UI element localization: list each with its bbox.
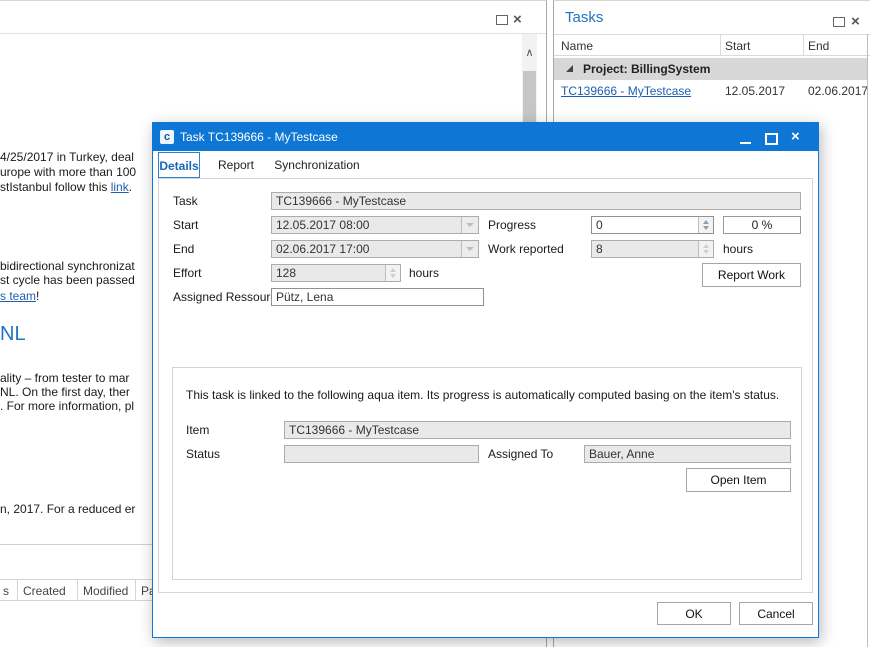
tab-details[interactable]: Details <box>158 152 200 178</box>
spinner-buttons <box>698 241 713 257</box>
tasks-maximize-icon[interactable] <box>833 17 845 27</box>
document-text-line: st cycle has been passed <box>0 273 152 287</box>
document-text-line: urope with more than 100 <box>0 165 152 179</box>
table-row: TC139666 - MyTestcase 12.05.2017 02.06.2… <box>554 81 867 102</box>
effort-value: 128 <box>276 266 296 280</box>
end-date-value: 02.06.2017 17:00 <box>276 242 369 256</box>
end-date-combo: 02.06.2017 17:00 <box>271 240 479 258</box>
task-dialog: c Task TC139666 - MyTestcase × Details R… <box>152 122 819 638</box>
end-label: End <box>173 242 194 256</box>
progress-label: Progress <box>488 218 536 232</box>
assigned-to-label: Assigned To <box>488 447 553 461</box>
task-name-link[interactable]: TC139666 - MyTestcase <box>561 84 691 98</box>
tasks-panel-title: Tasks <box>565 9 603 26</box>
document-text-line: bidirectional synchronizat <box>0 259 152 273</box>
chevron-down-icon <box>461 217 478 233</box>
column-header-start[interactable]: Start <box>725 39 750 53</box>
column-header[interactable]: s <box>3 584 9 598</box>
document-text-line: 4/25/2017 in Turkey, deal <box>0 150 152 164</box>
column-header-created[interactable]: Created <box>23 584 66 598</box>
minimize-icon[interactable] <box>740 142 751 144</box>
scroll-up-icon[interactable]: ∧ <box>522 48 537 59</box>
task-field: TC139666 - MyTestcase <box>271 192 801 210</box>
column-header-name[interactable]: Name <box>561 39 593 53</box>
progress-spinner[interactable]: 0 <box>591 216 714 234</box>
open-item-button[interactable]: Open Item <box>686 468 791 492</box>
assigned-ressource-field[interactable]: Pütz, Lena <box>271 288 484 306</box>
chevron-down-icon <box>461 241 478 257</box>
group-expander-icon[interactable] <box>566 65 573 72</box>
column-separator <box>17 580 18 600</box>
cancel-button[interactable]: Cancel <box>739 602 813 625</box>
panel-edge <box>867 34 868 647</box>
text-fragment: . <box>129 180 132 194</box>
column-header-modified[interactable]: Modified <box>83 584 128 598</box>
status-label: Status <box>186 447 220 461</box>
column-header-end[interactable]: End <box>808 39 829 53</box>
item-label: Item <box>186 423 209 437</box>
item-field: TC139666 - MyTestcase <box>284 421 791 439</box>
close-icon[interactable]: × <box>791 128 800 145</box>
effort-label: Effort <box>173 266 201 280</box>
work-reported-unit-label: hours <box>723 242 753 256</box>
dialog-titlebar[interactable]: c Task TC139666 - MyTestcase × <box>153 123 818 151</box>
tasks-close-icon[interactable]: × <box>851 17 860 27</box>
work-reported-value: 8 <box>596 242 603 256</box>
document-text-line: n, 2017. For a reduced er <box>0 502 152 516</box>
bg-maximize-icon[interactable] <box>496 15 508 25</box>
column-separator <box>135 580 136 600</box>
inline-link[interactable]: link <box>111 180 129 194</box>
document-text-line: ality – from tester to mar <box>0 371 152 385</box>
spinner-buttons[interactable] <box>698 217 713 233</box>
maximize-icon[interactable] <box>765 133 778 145</box>
section-heading: NL <box>0 323 152 346</box>
start-date-value: 12.05.2017 08:00 <box>276 218 369 232</box>
task-start-cell: 12.05.2017 <box>725 84 785 98</box>
status-field <box>284 445 479 463</box>
start-label: Start <box>173 218 198 232</box>
work-reported-spinner: 8 <box>591 240 714 258</box>
start-date-combo: 12.05.2017 08:00 <box>271 216 479 234</box>
effort-unit-label: hours <box>409 266 439 280</box>
bg-close-icon[interactable]: × <box>513 15 522 25</box>
report-work-button[interactable]: Report Work <box>702 263 801 287</box>
assigned-to-field: Bauer, Anne <box>584 445 791 463</box>
tasks-table-header: Name Start End <box>554 34 870 56</box>
bg-window-titlebar: × <box>0 1 546 34</box>
screen: × ∧ 4/25/2017 in Turkey, deal urope with… <box>0 0 870 647</box>
document-text-line: s team! <box>0 289 152 303</box>
inline-link[interactable]: s team <box>0 289 36 303</box>
task-label: Task <box>173 194 198 208</box>
progress-value: 0 <box>596 218 603 232</box>
column-separator <box>803 35 804 55</box>
effort-spinner: 128 <box>271 264 401 282</box>
dialog-title: Task TC139666 - MyTestcase <box>180 130 338 144</box>
spinner-buttons <box>385 265 400 281</box>
text-fragment: ! <box>36 289 39 303</box>
column-separator <box>77 580 78 600</box>
assigned-ressource-label: Assigned Ressource <box>173 290 283 304</box>
app-icon: c <box>160 130 174 144</box>
document-text-line: . For more information, pl <box>0 399 152 413</box>
document-text-line: stIstanbul follow this link. <box>0 180 152 194</box>
progress-percent-indicator: 0 % <box>723 216 801 234</box>
ok-button[interactable]: OK <box>657 602 731 625</box>
linked-item-description: This task is linked to the following aqu… <box>186 388 779 402</box>
group-row[interactable]: Project: BillingSystem <box>554 58 867 80</box>
text-fragment: stIstanbul follow this <box>0 180 111 194</box>
column-separator <box>720 35 721 55</box>
tab-synchronization[interactable]: Synchronization <box>269 152 365 178</box>
group-row-label: Project: BillingSystem <box>583 62 710 76</box>
tab-report-work[interactable]: Report Work <box>205 152 267 178</box>
document-text-line: NL. On the first day, ther <box>0 385 152 399</box>
task-end-cell: 02.06.2017 <box>808 84 868 98</box>
work-reported-label: Work reported <box>488 242 564 256</box>
